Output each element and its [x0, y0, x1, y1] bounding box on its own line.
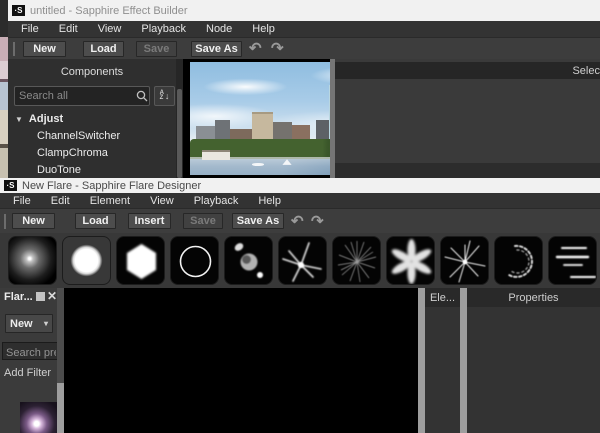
float-panel-icon[interactable]: [36, 292, 45, 301]
presets-panel-scrollbar[interactable]: [57, 288, 64, 433]
save-button: Save: [136, 41, 177, 57]
flare-designer-workspace: Flar... ✕ New ▾ Add Filter Ele...: [0, 288, 600, 433]
menu-node[interactable]: Node: [197, 22, 241, 36]
insert-button[interactable]: Insert: [128, 213, 171, 229]
components-scrollbar[interactable]: [176, 59, 183, 178]
preset-search-input[interactable]: [3, 345, 59, 361]
effect-builder-toolbar: New Load Save Save As ↶ ↷: [8, 37, 600, 59]
new-button[interactable]: New: [23, 41, 66, 57]
search-icon: [135, 89, 149, 103]
properties-panel-header: Properties: [467, 288, 600, 307]
toolbar-grip[interactable]: [4, 214, 6, 229]
tree-item-channelswitcher[interactable]: ChannelSwitcher: [8, 128, 176, 145]
undo-icon[interactable]: ↶: [291, 214, 304, 229]
elements-panel: Ele...: [425, 288, 460, 433]
select-panel-footer: [335, 163, 600, 178]
effect-builder-menubar: File Edit View Playback Node Help: [8, 21, 600, 37]
menu-help[interactable]: Help: [243, 22, 284, 36]
components-panel-header: Components: [8, 59, 176, 78]
flare-presets-panel-header: Flar...: [4, 291, 33, 303]
close-icon[interactable]: ✕: [47, 289, 57, 303]
tree-item-duotone[interactable]: DuoTone: [8, 162, 176, 179]
menu-playback[interactable]: Playback: [185, 194, 248, 208]
sort-arrow-icon: ↓: [165, 92, 170, 101]
effect-builder-titlebar[interactable]: ·S untitled - Sapphire Effect Builder: [8, 0, 600, 21]
select-panel-header: Selec: [335, 62, 600, 79]
menu-edit[interactable]: Edit: [42, 194, 79, 208]
flare-thumbnail-streaks[interactable]: [548, 236, 597, 285]
flare-thumbnail-bokeh[interactable]: [224, 236, 273, 285]
flare-thumbnail-crescent[interactable]: [494, 236, 543, 285]
menu-help[interactable]: Help: [249, 194, 290, 208]
chevron-down-icon: ▼: [15, 115, 23, 124]
flare-canvas[interactable]: [64, 288, 418, 433]
load-button[interactable]: Load: [83, 41, 124, 57]
flare-thumbnail-spikes[interactable]: [440, 236, 489, 285]
sapphire-logo-icon: ·S: [4, 180, 17, 191]
save-button: Save: [183, 213, 223, 229]
sort-az-button[interactable]: A Z ↓: [154, 86, 175, 106]
menu-file[interactable]: File: [4, 194, 40, 208]
flare-thumbnail-rays[interactable]: [332, 236, 381, 285]
properties-panel: Properties: [467, 288, 600, 433]
add-filter-label[interactable]: Add Filter: [4, 367, 51, 379]
flare-thumbnail-ring[interactable]: [170, 236, 219, 285]
preset-category-dropdown[interactable]: New ▾: [5, 314, 53, 333]
flare-designer-menubar: File Edit Element View Playback Help: [0, 193, 600, 208]
load-button[interactable]: Load: [75, 213, 116, 229]
flare-thumbnail-petals[interactable]: [386, 236, 435, 285]
toolbar-grip[interactable]: [13, 42, 15, 56]
flare-designer-titlebar[interactable]: ·S New Flare - Sapphire Flare Designer: [0, 178, 600, 193]
redo-icon[interactable]: ↷: [271, 41, 284, 56]
components-tree: ▼ Adjust ChannelSwitcher ClampChroma Duo…: [8, 111, 176, 179]
tree-group-adjust[interactable]: ▼ Adjust: [8, 111, 176, 128]
menu-view[interactable]: View: [89, 22, 131, 36]
desktop: ·S untitled - Sapphire Effect Builder Fi…: [0, 0, 600, 433]
boathouse: [202, 150, 230, 160]
flare-presets-panel: Flar... ✕ New ▾ Add Filter: [0, 288, 57, 433]
menu-edit[interactable]: Edit: [50, 22, 87, 36]
elements-panel-header: Ele...: [425, 288, 460, 307]
undo-icon[interactable]: ↶: [249, 41, 262, 56]
components-panel: Components A Z ↓ ▼ Adjust: [8, 59, 176, 178]
flare-thumbnail-star[interactable]: [278, 236, 327, 285]
effect-builder-content: Components A Z ↓ ▼ Adjust: [8, 59, 600, 178]
preset-search-box: [2, 342, 60, 360]
flare-thumbnail-hexagon[interactable]: [116, 236, 165, 285]
flare-designer-window: ·S New Flare - Sapphire Flare Designer F…: [0, 178, 600, 433]
redo-icon[interactable]: ↷: [311, 214, 324, 229]
background-window-sliver: [0, 0, 8, 178]
sapphire-logo-icon: ·S: [12, 5, 25, 16]
menu-element[interactable]: Element: [81, 194, 139, 208]
components-search-input[interactable]: [15, 90, 135, 102]
flare-thumbnail-disc[interactable]: [62, 236, 111, 285]
preset-thumbnail-purple-flare[interactable]: [20, 402, 57, 433]
new-button[interactable]: New: [12, 213, 55, 229]
menu-view[interactable]: View: [141, 194, 183, 208]
menu-file[interactable]: File: [12, 22, 48, 36]
canvas-elements-splitter[interactable]: [418, 288, 425, 433]
flare-designer-title: New Flare - Sapphire Flare Designer: [22, 180, 201, 192]
elements-properties-splitter[interactable]: [460, 288, 467, 433]
chevron-down-icon: ▾: [44, 319, 48, 328]
select-panel: Selec: [335, 59, 600, 178]
save-as-button[interactable]: Save As: [191, 41, 242, 57]
components-search-box: [14, 86, 150, 106]
tree-item-clampchroma[interactable]: ClampChroma: [8, 145, 176, 162]
flare-thumbnail-glow[interactable]: [8, 236, 57, 285]
flare-designer-toolbar: New Load Insert Save Save As ↶ ↷: [0, 208, 600, 233]
save-as-button[interactable]: Save As: [232, 213, 284, 229]
effect-builder-title: untitled - Sapphire Effect Builder: [30, 5, 188, 17]
menu-playback[interactable]: Playback: [132, 22, 195, 36]
flare-element-thumbnails: [0, 233, 600, 288]
